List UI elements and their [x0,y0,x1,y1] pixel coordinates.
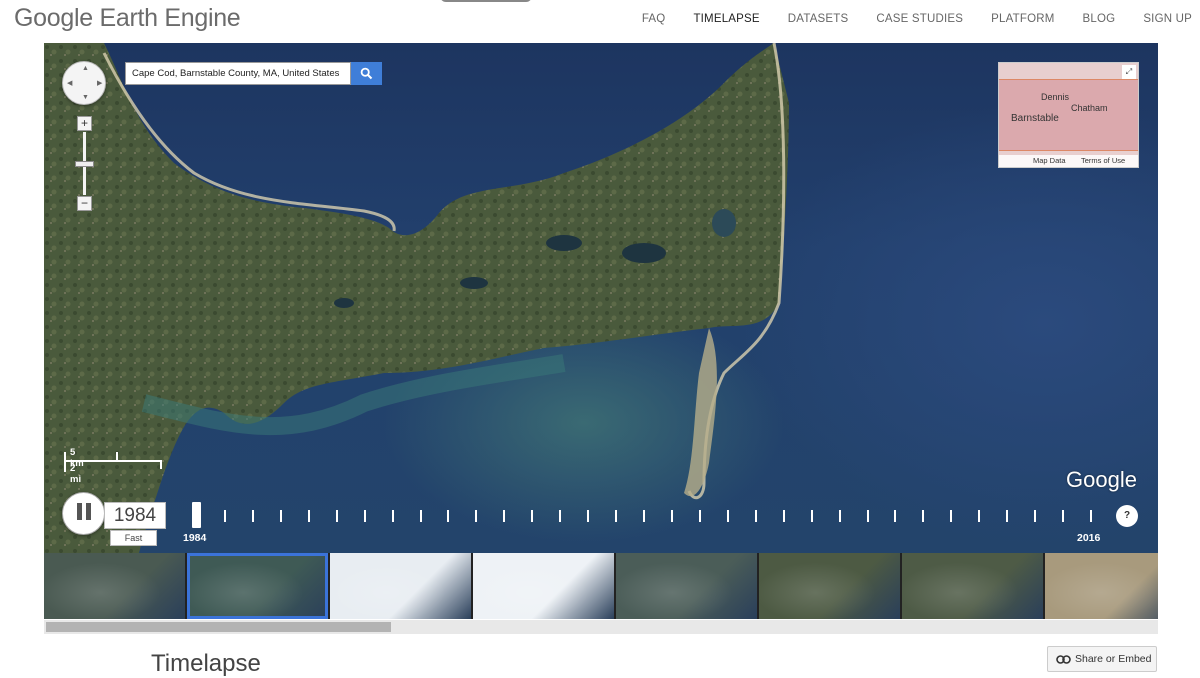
timeline-tick[interactable] [1034,510,1037,522]
timeline-tick[interactable] [643,510,645,522]
pan-right-icon[interactable]: ▶ [97,79,102,87]
timeline-tick[interactable] [475,510,478,522]
timeline-tick[interactable] [894,510,897,522]
timeline-tick[interactable] [670,510,673,522]
pause-icon [75,502,93,525]
pan-control[interactable]: ▲ ▼ ◀ ▶ [62,61,106,105]
thumbnail-scrollbar[interactable] [44,620,1158,634]
thumbnail-item[interactable] [187,553,328,619]
link-icon [1056,654,1071,664]
pan-left-icon[interactable]: ◀ [67,79,72,87]
terms-link[interactable]: Terms of Use [1081,156,1125,165]
timeline-tick[interactable] [363,510,366,522]
timeline-tick[interactable] [866,510,869,522]
thumbnail-item[interactable] [902,553,1043,619]
share-embed-button[interactable]: Share or Embed [1047,646,1157,672]
timeline-tick[interactable] [251,510,254,522]
thumbnail-item[interactable] [1045,553,1158,619]
zoom-slider-thumb[interactable] [75,161,94,167]
timeline-tick[interactable] [950,510,953,522]
zoom-in-button[interactable]: + [77,116,92,131]
thumbnail-item[interactable] [330,553,471,619]
pan-down-icon[interactable]: ▼ [82,94,89,101]
timeline-tick[interactable] [559,510,562,522]
minimap-label: Dennis [1041,92,1070,102]
section-title: Timelapse [151,650,261,677]
nav-case-studies[interactable]: CASE STUDIES [876,13,963,25]
timeline-tick[interactable] [587,510,590,522]
thumbnail-item[interactable] [616,553,757,619]
nav-faq[interactable]: FAQ [642,13,666,25]
expand-icon[interactable]: ⤢ [1122,65,1136,79]
search-icon [360,67,373,80]
site-logo[interactable]: Google Earth Engine [14,4,241,33]
timeline-tick[interactable] [335,510,338,522]
satellite-imagery [44,43,789,553]
timeline-end-year: 2016 [1077,532,1101,544]
timeline-tick[interactable] [419,510,422,522]
nav-timelapse[interactable]: TIMELAPSE [693,13,759,25]
scrollbar-thumb[interactable] [46,622,391,632]
header-tab-indicator [440,0,532,2]
timeline-thumb[interactable] [192,502,201,528]
timeline-tick[interactable] [1006,510,1009,522]
google-watermark: Google [1066,467,1137,492]
pause-button[interactable] [62,492,105,535]
main-nav: FAQ TIMELAPSE DATASETS CASE STUDIES PLAT… [614,0,1192,38]
speed-toggle[interactable]: Fast [110,530,157,546]
location-search [125,62,382,85]
timeline-tick[interactable] [223,510,226,522]
timeline-tick[interactable] [726,510,729,522]
nav-datasets[interactable]: DATASETS [788,13,849,25]
timeline-tick[interactable] [615,510,618,522]
minimap-label: Barnstable [1011,113,1059,124]
timeline-tick[interactable] [978,510,981,522]
overview-minimap[interactable]: Dennis Chatham Barnstable ⤢ Map Data Ter… [998,62,1139,168]
timelapse-map[interactable]: ▲ ▼ ◀ ▶ + − Dennis Chatham Barnstable ⤢ … [44,43,1158,553]
thumbnail-item[interactable] [44,553,185,619]
timeline-tick[interactable] [279,510,282,522]
nav-platform[interactable]: PLATFORM [991,13,1054,25]
timeline-tick[interactable] [922,510,925,522]
nav-blog[interactable]: BLOG [1083,13,1116,25]
nav-sign-up[interactable]: SIGN UP [1143,13,1192,25]
current-year: 1984 [104,502,166,529]
search-input[interactable] [125,62,351,85]
share-label: Share or Embed [1075,653,1152,665]
timeline-tick[interactable] [307,510,310,522]
minimap-attribution: Map Data Terms of Use [999,155,1138,167]
timeline-tick[interactable] [391,510,394,522]
timeline-tick[interactable] [1090,510,1092,522]
thumbnail-item[interactable] [473,553,614,619]
thumbnail-item[interactable] [759,553,900,619]
pan-up-icon[interactable]: ▲ [82,65,89,72]
timeline-tick[interactable] [782,510,785,522]
minimap-label: Chatham [1071,103,1108,113]
timeline-start-year: 1984 [183,532,207,544]
search-button[interactable] [351,62,382,85]
help-button[interactable]: ? [1116,505,1138,527]
timeline-tick[interactable] [698,510,701,522]
timeline-tick[interactable] [1062,510,1065,522]
timeline-tick[interactable] [447,510,450,522]
scale-mi: 2 mi [70,463,82,485]
thumbnail-strip [44,553,1158,619]
zoom-out-button[interactable]: − [77,196,92,211]
timeline-tick[interactable] [754,510,757,522]
timeline-tick[interactable] [531,510,534,522]
map-data-link[interactable]: Map Data [1033,156,1066,165]
site-header: Google Earth Engine FAQ TIMELAPSE DATASE… [0,0,1200,42]
timeline-tick[interactable] [503,510,506,522]
timeline-tick[interactable] [838,510,841,522]
timeline-tick[interactable] [810,510,813,522]
